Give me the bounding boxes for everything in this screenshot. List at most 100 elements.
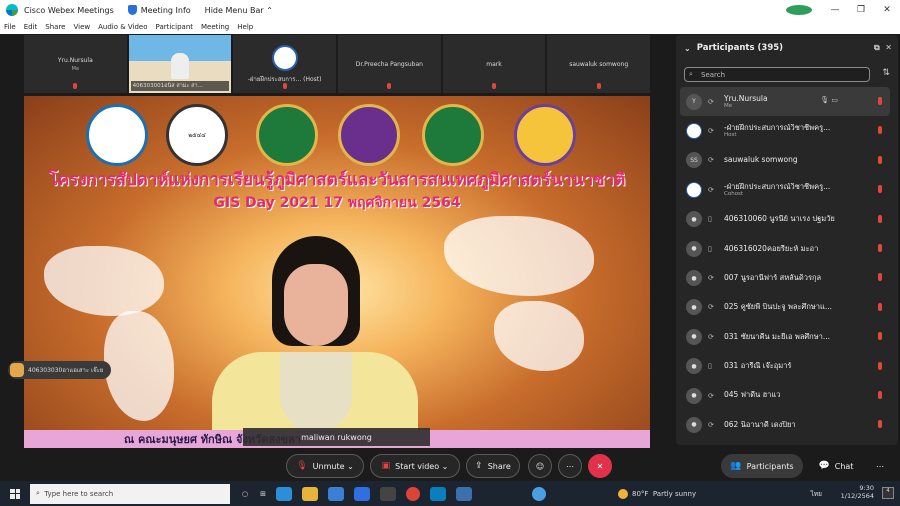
sync-icon: ⟳ [708,332,714,341]
user-avatar-icon[interactable] [786,5,812,15]
rajabhat-logo-icon [422,104,484,166]
sync-icon: ⟳ [708,274,714,283]
participant-row[interactable]: ● ⟳ 025 คูซัยพี บินปะจู พละศึกษาแ... [680,293,890,322]
temperature: 80°F [632,489,649,498]
thumbnail-name: Dr.Preecha Pangsuban [355,60,423,68]
popout-icon[interactable]: ⧉ [874,43,880,52]
chevron-down-icon[interactable]: ⌄ [684,44,691,53]
search-input[interactable]: ⌕ Search [684,67,870,82]
participant-row[interactable]: ● ⟳ 062 นิอานาดี เดงปิยา [680,410,890,439]
participant-role: Host [724,132,737,139]
meeting-controls: 🎙 Unmute ⌄ ▣ Start video ⌄ ⇪ Share ☺ ⋯ ✕… [0,452,900,480]
slide-title: โครงการสัปดาห์แห่งการเรียนรู้ภูมิศาสตร์แ… [48,170,626,190]
participant-row[interactable]: ● ⟳ 031 ซัยนาคีน มะยีเอ พลศึกษา... [680,322,890,351]
participant-row[interactable]: ● ▯ 031 อารีณี เจ๊ะอุมาร์ [680,352,890,381]
thumbnail-host[interactable]: -ฝ่ายฝึกประสบการ... (Host) [233,35,337,93]
sync-icon: ⟳ [708,420,714,429]
muted-mic-icon [387,83,392,89]
thumbnail-self[interactable]: Yru.Nursula Me [24,35,127,93]
sort-icon[interactable]: ⇅ [882,68,890,78]
search-placeholder: Search [701,70,726,79]
chat-icon: 💬 [818,461,830,471]
language-indicator[interactable]: ไทย [811,489,822,499]
chrome-icon[interactable] [405,486,420,501]
avatar-person-icon: ● [686,387,702,404]
thumbnail-participant[interactable]: Dr.Preecha Pangsuban [338,35,441,93]
participant-row[interactable]: ● ▯ 406310060 นูรนีย์ นาเรง ปฐมวัย [680,205,890,234]
file-explorer-icon[interactable] [301,486,318,501]
rajabhat-logo-icon [338,104,400,166]
participant-row[interactable]: ● ⟳ 045 ฟาดีน ฮาแว [680,381,890,410]
menu-file[interactable]: File [4,23,16,31]
participant-row[interactable]: ● ⟳ 007 นูรอานีฟาร์ สหลันดิวรกุล [680,263,890,292]
menu-help[interactable]: Help [237,23,253,31]
participant-row[interactable]: SS ⟳ sauwaluk somwong [680,146,890,175]
maximize-button[interactable]: ❐ [848,5,874,15]
menu-meeting[interactable]: Meeting [201,23,229,31]
avatar: Y [686,93,702,110]
reactions-button[interactable]: ☺ [528,454,552,478]
dropbox-icon[interactable] [353,486,370,501]
title-bar: Cisco Webex Meetings Meeting Info Hide M… [0,0,900,20]
close-button[interactable]: ✕ [874,5,900,15]
photos-icon[interactable] [455,486,472,501]
meeting-info-button[interactable]: Meeting Info [127,5,191,15]
clock[interactable]: 9:30 1/12/2564 [841,484,874,501]
muted-mic-icon [878,420,882,429]
thumbnail-participant[interactable]: mark [442,35,546,93]
search-icon: ⌕ [36,489,40,497]
edge-icon[interactable] [275,486,292,501]
university-logo-icon [86,104,148,166]
muted-mic-icon [878,332,882,341]
app-title: Cisco Webex Meetings [24,5,114,15]
sun-icon [618,488,628,499]
app-icon[interactable] [379,486,396,501]
menu-audio-video[interactable]: Audio & Video [98,23,147,31]
thaksin-logo-icon [514,104,576,166]
menu-view[interactable]: View [73,23,90,31]
participants-list: Y ⟳ Yru.Nursula Me 🎙 ▭ ⟳ -ฝ่ายฝึกประสบการ… [680,87,890,440]
participant-row[interactable]: Y ⟳ Yru.Nursula Me 🎙 ▭ [680,87,890,117]
participant-row[interactable]: ● ▯ 406316020คอยรียะห์ มะอา [680,234,890,263]
avatar-person-icon: ● [686,299,702,316]
mail-icon[interactable] [327,486,344,501]
menu-participant[interactable]: Participant [156,23,193,31]
menu-share[interactable]: Share [45,23,65,31]
notification-icon[interactable]: 4 [882,487,894,499]
more-icon: ⋯ [566,461,574,471]
help-icon[interactable] [531,486,546,501]
chat-button[interactable]: 💬 Chat [810,454,862,478]
unmute-button[interactable]: 🎙 Unmute ⌄ [286,454,364,478]
muted-mic-icon [492,83,497,89]
participants-button[interactable]: 👥 Participants [721,454,803,478]
participant-role: Cohost [724,190,744,197]
mic-icon[interactable]: 🎙 ▭ [820,96,838,104]
hide-menu-bar-button[interactable]: Hide Menu Bar ⌃ [205,6,273,15]
thumbnail-participant[interactable]: sauwaluk somwong [547,35,651,93]
sync-icon: ⟳ [708,391,714,400]
weather-widget[interactable]: 80°F Partly sunny [618,488,696,499]
more-options-button[interactable]: ⋯ [558,454,582,478]
participant-row[interactable]: ⟳ -ฝ่ายฝึกประสบการณ์วิชาชีพครู... Cohost [680,175,890,204]
participant-row[interactable]: ⟳ -ฝ่ายฝึกประสบการณ์วิชาชีพครู... Host [680,116,890,145]
sync-icon: ⟳ [708,185,714,194]
start-video-button[interactable]: ▣ Start video ⌄ [370,454,460,478]
end-call-button[interactable]: ✕ [588,454,612,478]
floating-participant-chip[interactable]: 406303030อาแอเสาะ เจ๊ะย [8,361,112,379]
avatar: SS [686,152,702,169]
minimize-button[interactable]: — [822,5,848,15]
task-view-icon[interactable]: ⊞ [260,490,266,498]
close-icon[interactable]: ✕ [885,43,892,52]
share-button[interactable]: ⇪ Share [466,454,520,478]
taskbar-search-input[interactable]: ⌕ Type here to search [30,483,230,504]
windows-start-icon[interactable] [10,488,20,499]
thumbnail-sub: Me [71,65,80,72]
muted-mic-icon [878,361,882,370]
webex-taskbar-icon[interactable] [429,486,446,501]
thumbnail-video[interactable]: 406303001อนิส สามะ สา... [128,35,232,93]
cortana-icon[interactable]: ○ [242,490,248,498]
panel-more-button[interactable]: ⋯ [868,454,892,478]
menu-edit[interactable]: Edit [24,23,38,31]
muted-mic-icon [878,243,882,252]
muted-mic-icon [878,155,882,164]
